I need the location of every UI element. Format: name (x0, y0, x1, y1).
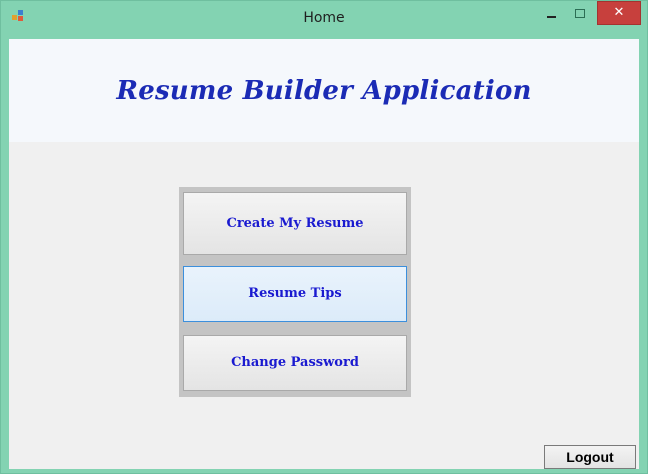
header-panel: Resume Builder Application (9, 39, 639, 142)
maximize-icon (575, 9, 585, 18)
maximize-button[interactable] (567, 1, 593, 27)
form-client-area: Resume Builder Application Create My Res… (9, 39, 639, 469)
app-heading: Resume Builder Application (116, 76, 532, 106)
logout-button[interactable]: Logout (544, 445, 636, 469)
app-window: Home ✕ Resume Builder Application Create… (0, 0, 648, 474)
resume-tips-button[interactable]: Resume Tips (183, 266, 407, 322)
close-icon: ✕ (613, 5, 625, 20)
menu-panel: Create My Resume Resume Tips Change Pass… (179, 187, 411, 397)
close-button[interactable]: ✕ (597, 1, 641, 25)
title-bar[interactable]: Home ✕ (1, 1, 647, 39)
minimize-button[interactable] (539, 1, 565, 27)
minimize-icon (547, 16, 556, 18)
change-password-button[interactable]: Change Password (183, 335, 407, 391)
create-resume-button[interactable]: Create My Resume (183, 192, 407, 255)
